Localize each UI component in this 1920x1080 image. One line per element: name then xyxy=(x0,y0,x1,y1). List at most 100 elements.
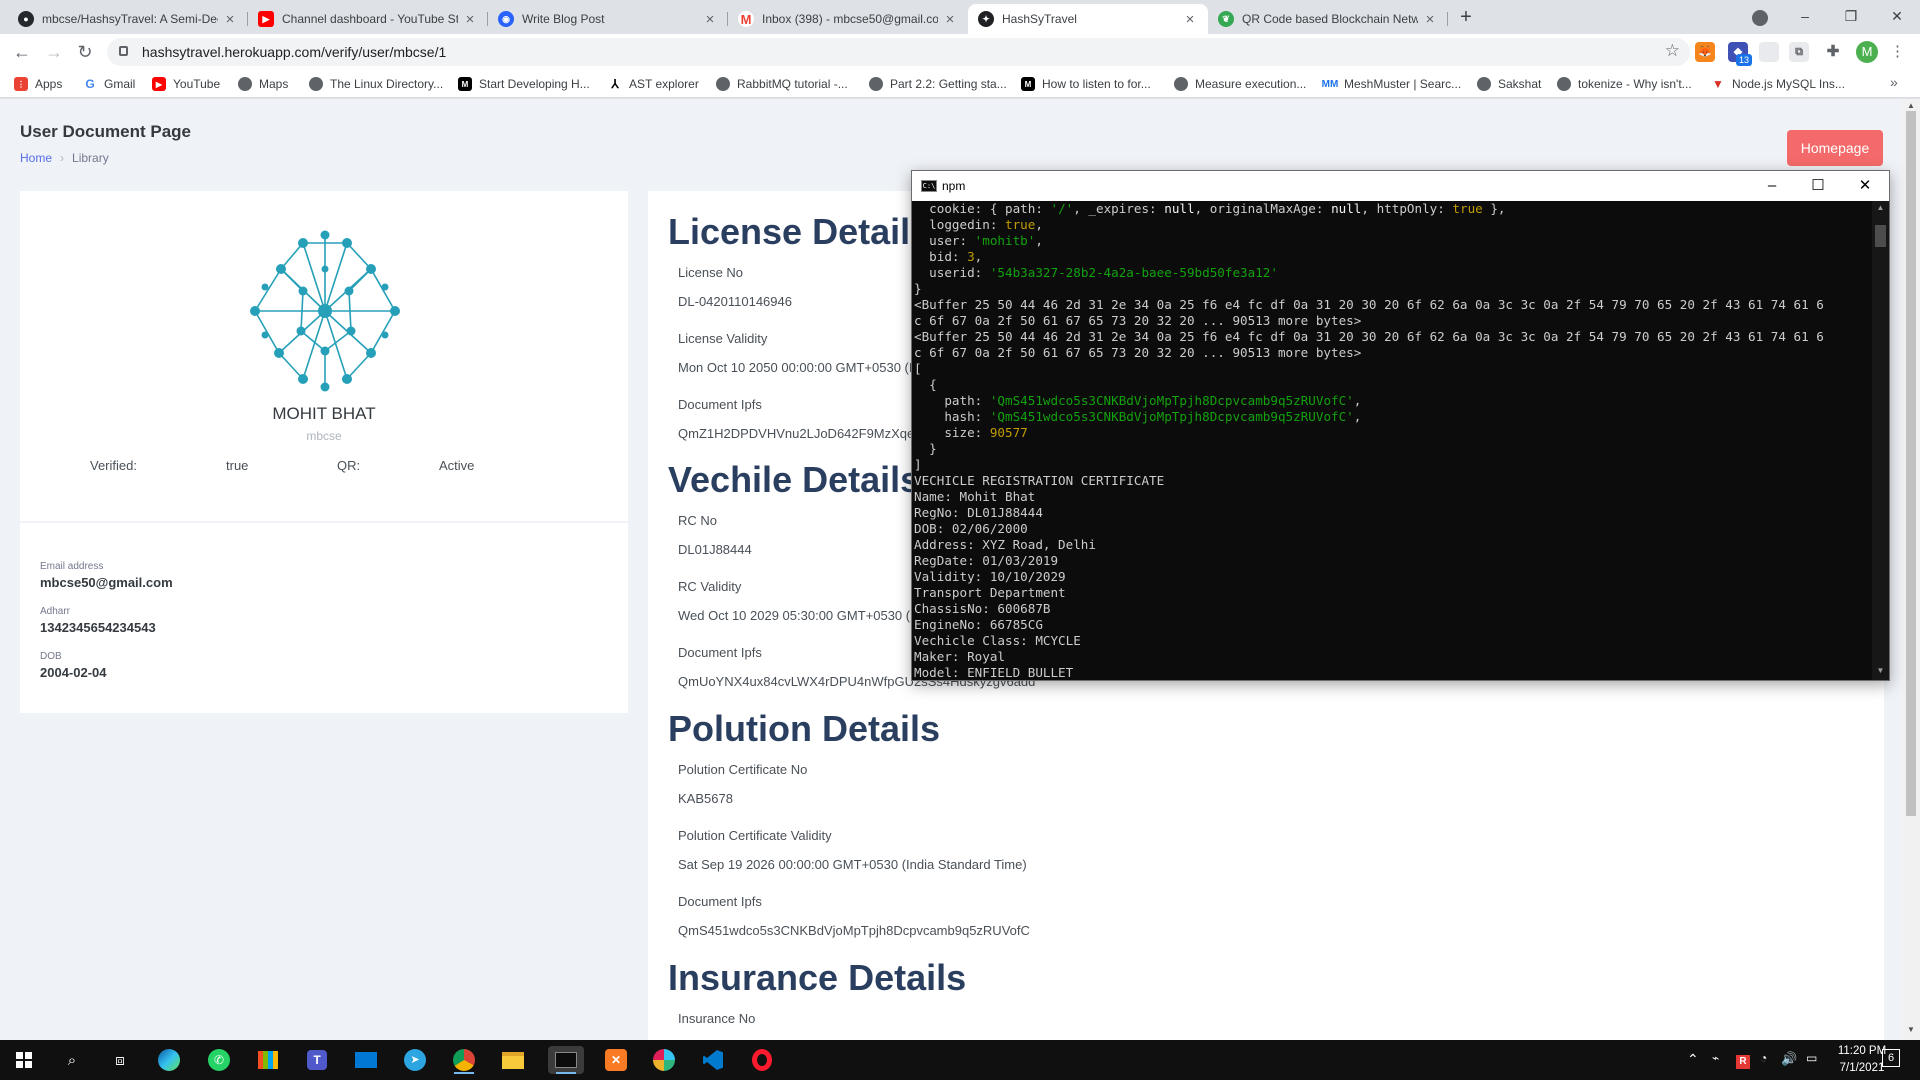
bookmark-label: AST explorer xyxy=(629,77,699,91)
antivirus-icon[interactable]: R xyxy=(1736,1051,1750,1069)
page-scrollbar[interactable]: ▲ ▼ xyxy=(1902,99,1920,1040)
console-text: RegNo: DL01J88444 xyxy=(914,505,1043,520)
telegram-icon[interactable]: ➤ xyxy=(401,1046,429,1074)
restore-button[interactable]: ❐ xyxy=(1828,4,1874,28)
chrome-icon[interactable] xyxy=(450,1046,478,1074)
console-scrollbar-thumb[interactable] xyxy=(1875,225,1886,247)
opera-icon[interactable] xyxy=(748,1046,776,1074)
bookmarks-overflow-icon[interactable]: » xyxy=(1890,74,1898,90)
bookmark-label: RabbitMQ tutorial -... xyxy=(737,77,848,91)
console-line: cookie: { path: '/', _expires: null, ori… xyxy=(914,201,1870,217)
pollution-ipfs-value: QmS451wdco5s3CNKBdVjoMpTpjh8Dcpvcamb9q5z… xyxy=(678,923,1030,938)
close-tab-icon[interactable]: × xyxy=(942,11,958,28)
bookmark-maps[interactable]: Maps xyxy=(238,75,288,93)
console-output[interactable]: cookie: { path: '/', _expires: null, ori… xyxy=(912,201,1872,680)
bookmark-sakshat[interactable]: Sakshat xyxy=(1477,75,1541,93)
console-maximize-button[interactable]: ☐ xyxy=(1795,171,1841,201)
bookmark-label: YouTube xyxy=(173,77,221,91)
bookmark-label: Gmail xyxy=(104,77,136,91)
close-tab-icon[interactable]: × xyxy=(462,11,478,28)
back-button[interactable]: ← xyxy=(10,40,34,64)
extension-icon-copy[interactable]: ⧉ xyxy=(1789,42,1809,62)
bookmark-apps[interactable]: ⋮ Apps xyxy=(14,75,62,93)
scroll-up-arrow-icon[interactable]: ▲ xyxy=(1902,101,1920,110)
tray-chevron-up-icon[interactable]: ⌃ xyxy=(1687,1051,1699,1068)
network-icon[interactable]: ⌁ xyxy=(1712,1051,1719,1065)
bookmark-gmail[interactable]: G Gmail xyxy=(83,75,135,93)
windows-start-icon[interactable] xyxy=(10,1046,38,1074)
url-text[interactable]: hashsytravel.herokuapp.com/verify/user/m… xyxy=(142,44,446,60)
new-tab-button[interactable]: + xyxy=(1455,6,1477,28)
scroll-down-arrow-icon[interactable]: ▼ xyxy=(1902,1025,1920,1034)
console-scrollbar[interactable]: ▲ ▼ xyxy=(1872,201,1889,680)
close-window-button[interactable]: ✕ xyxy=(1874,4,1920,28)
bookmark-start-developing[interactable]: M Start Developing H... xyxy=(458,75,590,93)
wifi-icon[interactable]: ◔ xyxy=(1760,1051,1767,1065)
console-line: { xyxy=(914,377,1870,393)
lock-icon[interactable] xyxy=(119,46,128,56)
console-text: EngineNo: 66785CG xyxy=(914,617,1043,632)
tab-write-blog[interactable]: ◉ Write Blog Post × xyxy=(488,4,728,34)
tab-gmail[interactable]: M Inbox (398) - mbcse50@gmail.co × xyxy=(728,4,968,34)
bookmark-linux-directory[interactable]: The Linux Directory... xyxy=(309,75,443,93)
console-text: 3 xyxy=(967,249,975,264)
file-explorer-icon[interactable] xyxy=(499,1046,527,1074)
bookmark-tokenize[interactable]: tokenize - Why isn't... xyxy=(1557,75,1692,93)
insurance-heading: Insurance Details xyxy=(668,957,967,998)
console-text: Name: Mohit Bhat xyxy=(914,489,1036,504)
console-scroll-down-icon[interactable]: ▼ xyxy=(1872,666,1889,675)
globe-icon xyxy=(1477,77,1491,91)
console-text: } xyxy=(914,441,937,456)
task-view-icon[interactable]: ⧈ xyxy=(106,1046,134,1074)
battery-icon[interactable]: ▭ xyxy=(1806,1051,1817,1065)
bookmark-star-icon[interactable]: ☆ xyxy=(1665,41,1680,61)
volume-icon[interactable]: 🔊 xyxy=(1781,1051,1797,1067)
close-tab-icon[interactable]: × xyxy=(702,11,718,28)
bookmark-nodejs-mysql[interactable]: ▼ Node.js MySQL Ins... xyxy=(1711,75,1845,93)
bookmark-meshmuster[interactable]: MM MeshMuster | Searc... xyxy=(1322,75,1461,93)
bookmark-youtube[interactable]: ▶ YouTube xyxy=(152,75,220,93)
metamask-extension-icon[interactable]: 🦊 xyxy=(1695,42,1715,62)
bookmark-part-2-2[interactable]: Part 2.2: Getting sta... xyxy=(869,75,1007,93)
reload-button[interactable]: ↻ xyxy=(73,40,97,64)
console-scroll-up-icon[interactable]: ▲ xyxy=(1872,203,1889,212)
tab-hashsytravel[interactable]: ✦ HashSyTravel × xyxy=(968,4,1208,34)
terminal-icon[interactable] xyxy=(548,1046,584,1074)
console-close-button[interactable]: ✕ xyxy=(1842,171,1888,201)
bookmark-how-to-listen[interactable]: M How to listen to for... xyxy=(1021,75,1151,93)
mail-icon[interactable] xyxy=(352,1046,380,1074)
whatsapp-icon[interactable]: ✆ xyxy=(205,1046,233,1074)
console-titlebar[interactable]: C:\ npm – ☐ ✕ xyxy=(912,171,1889,201)
minimize-button[interactable]: – xyxy=(1782,4,1828,28)
page-scrollbar-thumb[interactable] xyxy=(1906,111,1916,816)
forward-button[interactable]: → xyxy=(42,40,66,64)
address-bar[interactable]: hashsytravel.herokuapp.com/verify/user/m… xyxy=(107,38,1690,66)
close-tab-icon[interactable]: × xyxy=(1182,11,1198,28)
close-tab-icon[interactable]: × xyxy=(1422,11,1438,28)
bookmark-ast-explorer[interactable]: ⅄ AST explorer xyxy=(608,75,699,93)
slack-icon[interactable] xyxy=(650,1046,678,1074)
notification-center-icon[interactable]: 6 xyxy=(1882,1048,1900,1067)
extensions-puzzle-icon[interactable]: ✚ xyxy=(1823,42,1843,62)
bookmark-measure-execution[interactable]: Measure execution... xyxy=(1174,75,1306,93)
bookmark-rabbitmq[interactable]: RabbitMQ tutorial -... xyxy=(716,75,848,93)
search-icon[interactable]: ⌕ xyxy=(58,1046,86,1074)
edge-icon[interactable] xyxy=(155,1046,183,1074)
xampp-icon[interactable]: ✕ xyxy=(602,1046,630,1074)
homepage-button[interactable]: Homepage xyxy=(1787,130,1883,166)
tab-qr-code[interactable]: ❦ QR Code based Blockchain Netw × xyxy=(1208,4,1448,34)
profile-avatar[interactable]: M xyxy=(1856,41,1878,63)
tab-youtube[interactable]: ▶ Channel dashboard - YouTube St × xyxy=(248,4,488,34)
store-icon[interactable] xyxy=(254,1046,282,1074)
extension-icon-blank[interactable] xyxy=(1759,42,1779,62)
breadcrumb-home-link[interactable]: Home xyxy=(20,151,52,165)
console-text: Validity: 10/10/2029 xyxy=(914,569,1066,584)
tab-search-icon[interactable] xyxy=(1752,10,1768,26)
browser-menu-icon[interactable]: ⋮ xyxy=(1890,42,1905,60)
vscode-icon[interactable] xyxy=(699,1046,727,1074)
teams-icon[interactable]: T xyxy=(303,1046,331,1074)
tab-github[interactable]: ● mbcse/HashsyTravel: A Semi-Dec × xyxy=(8,4,248,34)
console-minimize-button[interactable]: – xyxy=(1749,171,1795,201)
npm-console-window[interactable]: C:\ npm – ☐ ✕ cookie: { path: '/', _expi… xyxy=(911,170,1890,681)
close-tab-icon[interactable]: × xyxy=(222,11,238,28)
